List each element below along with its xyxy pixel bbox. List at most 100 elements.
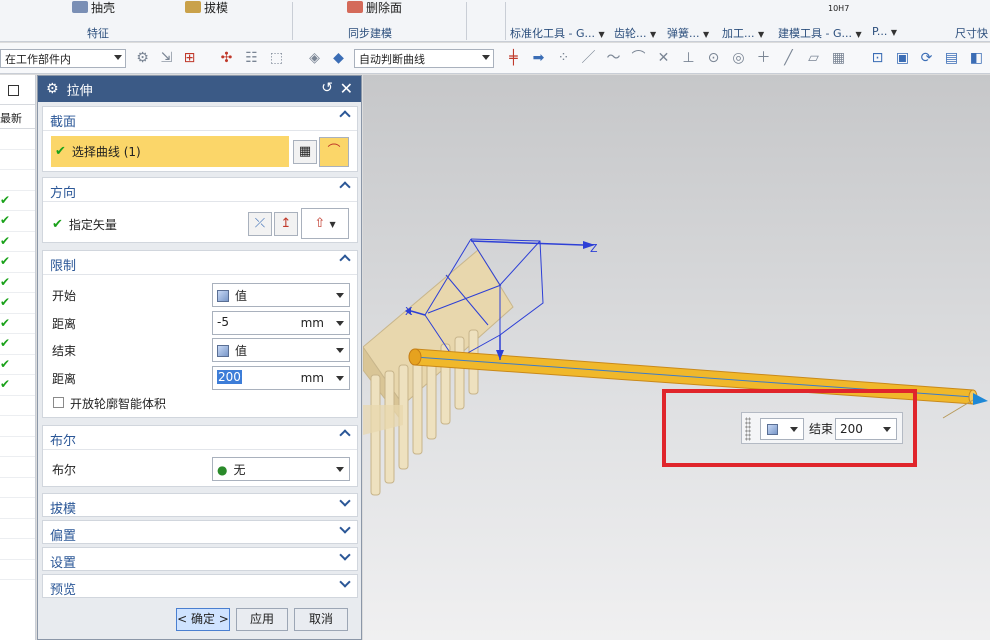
select-region-icon[interactable]: ⊞ [181, 50, 198, 67]
solid-icon[interactable]: ◈ [306, 50, 323, 67]
chevron-down-icon[interactable] [336, 321, 344, 326]
group-machining[interactable]: 加工... ▼ [722, 25, 764, 41]
column-latest[interactable]: 最新 [0, 105, 35, 129]
apply-button[interactable]: 应用 [236, 608, 288, 631]
group-spring[interactable]: 弹簧... ▼ [667, 25, 709, 41]
end-type-mini-dropdown[interactable] [760, 418, 804, 440]
direction-header[interactable]: 方向 [43, 178, 357, 202]
rectangle-select-icon[interactable]: ⬚ [268, 50, 285, 67]
end-type-dropdown[interactable]: 值 [212, 338, 350, 362]
list-item[interactable] [0, 478, 35, 498]
cancel-button[interactable]: 取消 [294, 608, 348, 631]
group-modeling-tools[interactable]: 建模工具 - G... ▼ [778, 25, 862, 41]
reset-icon[interactable]: ↺ [321, 80, 333, 96]
scope-dropdown[interactable]: 在工作部件内 [0, 49, 126, 68]
drag-handle[interactable] [745, 417, 751, 441]
preview-section-header[interactable]: 预览 [42, 574, 358, 598]
list-item[interactable] [0, 457, 35, 478]
end-distance-input[interactable]: 200 mm [212, 366, 350, 390]
list-item[interactable] [0, 129, 35, 150]
list-item[interactable]: ✔ [0, 375, 35, 396]
list-item[interactable]: ✔ [0, 211, 35, 232]
chevron-up-icon[interactable] [339, 110, 351, 122]
circle-center-icon[interactable]: ⊙ [705, 50, 722, 67]
chevron-down-icon[interactable] [883, 427, 891, 432]
start-type-dropdown[interactable]: 值 [212, 283, 350, 307]
list-item[interactable]: ✔ [0, 314, 35, 334]
cube-select-icon[interactable]: ◆ [330, 50, 347, 67]
point-icon[interactable]: ⁘ [555, 50, 572, 67]
select-curve-row[interactable]: ✔ 选择曲线 (1) [51, 136, 289, 167]
polyline-icon[interactable]: ╱ [780, 50, 797, 67]
curve-rule-dropdown[interactable]: 自动判断曲线 [354, 49, 494, 68]
draft-section-header[interactable]: 拔模 [42, 493, 358, 517]
group-std-tools[interactable]: 标准化工具 - G... ▼ [510, 25, 605, 41]
open-profile-checkbox[interactable] [53, 397, 64, 408]
settings-section-header[interactable]: 设置 [42, 547, 358, 571]
follow-fillet-icon[interactable]: ➡ [530, 50, 547, 67]
group-dimension-quick[interactable]: 尺寸快 [955, 25, 988, 41]
chevron-down-icon[interactable] [336, 376, 344, 381]
ok-button[interactable]: < 确定 > [176, 608, 230, 631]
snap-icon[interactable]: ⇲ [158, 50, 175, 67]
group-feature[interactable]: 特征 [87, 25, 109, 41]
group-sync-modeling[interactable]: 同步建模 [348, 25, 392, 41]
maximize-icon[interactable] [8, 85, 19, 96]
zoom-fit-icon[interactable]: ⊡ [869, 50, 886, 67]
list-item[interactable]: ✔ [0, 293, 35, 314]
list-item[interactable]: ✔ [0, 273, 35, 293]
chevron-up-icon[interactable] [339, 181, 351, 193]
reverse-direction-icon[interactable]: ⤫ [248, 212, 272, 236]
filter-icon[interactable]: ⚙ [134, 50, 151, 67]
list-item[interactable] [0, 437, 35, 457]
pick-icon[interactable]: ✣ [218, 50, 235, 67]
limits-header[interactable]: 限制 [43, 251, 357, 275]
view-icon[interactable]: ▣ [894, 50, 911, 67]
list-item[interactable]: ✔ [0, 355, 35, 375]
chevron-up-icon[interactable] [339, 254, 351, 266]
list-item[interactable]: ✔ [0, 232, 35, 252]
list-item[interactable] [0, 498, 35, 519]
sketch-section-icon[interactable]: ▦ [293, 140, 317, 164]
deselect-icon[interactable]: ☷ [243, 50, 260, 67]
list-item[interactable] [0, 560, 35, 580]
list-item[interactable] [0, 396, 35, 416]
curve-icon[interactable]: 〜 [605, 50, 622, 67]
list-item[interactable] [0, 150, 35, 170]
crosshair-icon[interactable]: ＋ [755, 50, 772, 67]
stop-at-intersection-icon[interactable]: ╪ [505, 50, 522, 67]
graphics-viewport[interactable]: Z X 结束 200 [363, 75, 990, 640]
list-item[interactable]: ✔ [0, 191, 35, 211]
arc-icon[interactable]: ⌒ [630, 50, 647, 67]
tangent-icon[interactable]: ✕ [655, 50, 672, 67]
dialog-titlebar[interactable]: ⚙ 拉伸 ↺ ✕ [38, 76, 361, 102]
curve-select-icon[interactable]: ⌒ [319, 137, 349, 167]
specify-vector-row[interactable]: ✔ 指定矢量 [52, 216, 117, 233]
close-icon[interactable]: ✕ [340, 79, 353, 98]
end-onscreen-input[interactable]: 200 [835, 418, 897, 440]
list-item[interactable] [0, 416, 35, 437]
perpendicular-icon[interactable]: ⊥ [680, 50, 697, 67]
grid-icon[interactable]: ▦ [830, 50, 847, 67]
render-icon[interactable]: ▤ [943, 50, 960, 67]
chevron-up-icon[interactable] [339, 429, 351, 441]
boolean-dropdown[interactable]: ● 无 [212, 457, 350, 481]
group-gear[interactable]: 齿轮... ▼ [614, 25, 656, 41]
layer-icon[interactable]: ◧ [968, 50, 985, 67]
quadrant-icon[interactable]: ◎ [730, 50, 747, 67]
group-p[interactable]: P... ▼ [872, 25, 897, 38]
draft-command[interactable]: 拔模 [185, 0, 228, 15]
refresh-icon[interactable]: ⟳ [918, 50, 935, 67]
list-item[interactable]: ✔ [0, 252, 35, 273]
list-item[interactable] [0, 170, 35, 191]
delete-face-command[interactable]: 删除面 [347, 0, 402, 15]
line-icon[interactable]: ／ [580, 50, 597, 67]
list-item[interactable] [0, 539, 35, 560]
section-header[interactable]: 截面 [43, 107, 357, 131]
boolean-header[interactable]: 布尔 [43, 426, 357, 450]
vector-dialog-icon[interactable]: ↥ [274, 212, 298, 236]
face-icon[interactable]: ▱ [805, 50, 822, 67]
list-item[interactable] [0, 519, 35, 539]
shell-command[interactable]: 抽壳 [72, 0, 115, 15]
start-distance-input[interactable]: -5 mm [212, 311, 350, 335]
